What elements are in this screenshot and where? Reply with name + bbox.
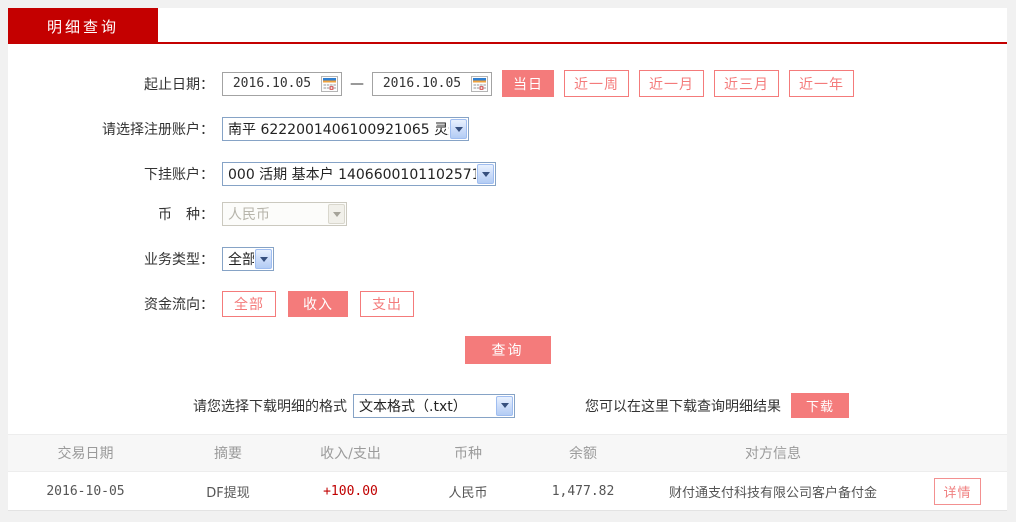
chevron-down-icon[interactable] — [496, 395, 513, 416]
currency-label: 币 种： — [158, 207, 214, 223]
chevron-down-icon — [328, 204, 345, 224]
query-form: 起止日期： 2016.10.05 — 2016.10.05 当日 近一周 近一月… — [8, 44, 1007, 510]
quick-range-3months-button[interactable]: 近三月 — [714, 70, 779, 97]
date-range-label: 起止日期： — [144, 76, 214, 93]
chevron-down-icon[interactable] — [255, 249, 272, 269]
header-trade-date: 交易日期 — [57, 446, 114, 462]
sub-account-row: 下挂账户： 000 活期 基本户 1406600101102571848 — [8, 162, 1007, 186]
cell-summary: DF提现 — [206, 485, 250, 501]
calendar-icon[interactable] — [471, 75, 488, 92]
fund-flow-row: 资金流向： 全部 收入 支出 — [8, 291, 1007, 317]
tab-detail-query[interactable]: 明细查询 — [8, 8, 158, 44]
date-range-row: 起止日期： 2016.10.05 — 2016.10.05 当日 近一周 近一月… — [8, 70, 1007, 97]
chevron-down-icon[interactable] — [450, 119, 467, 139]
header-balance: 余额 — [569, 446, 597, 462]
query-button[interactable]: 查询 — [464, 336, 551, 364]
fund-flow-label: 资金流向： — [144, 297, 214, 313]
cell-currency: 人民币 — [448, 485, 488, 501]
query-button-wrap: 查询 — [8, 336, 1007, 364]
register-account-select[interactable]: 南平 6222001406100921065 灵通卡 — [222, 117, 469, 141]
biz-type-row: 业务类型： 全部 — [8, 247, 1007, 271]
date-to-value: 2016.10.05 — [382, 76, 462, 91]
sub-account-value: 000 活期 基本户 1406600101102571848 — [228, 167, 476, 183]
biz-type-value: 全部 — [228, 252, 254, 268]
currency-value: 人民币 — [228, 207, 270, 223]
cell-counterparty: 财付通支付科技有限公司客户备付金 — [668, 485, 877, 501]
register-account-row: 请选择注册账户： 南平 6222001406100921065 灵通卡 — [8, 117, 1007, 141]
currency-select: 人民币 — [222, 202, 347, 226]
calendar-icon[interactable] — [321, 75, 338, 92]
download-format-select[interactable]: 文本格式（.txt） — [353, 393, 515, 418]
download-button[interactable]: 下载 — [791, 393, 849, 418]
register-account-value: 南平 6222001406100921065 灵通卡 — [228, 122, 449, 138]
sub-account-select[interactable]: 000 活期 基本户 1406600101102571848 — [222, 162, 496, 186]
download-format-label: 请您选择下载明细的格式 — [193, 398, 347, 415]
header-income-expense: 收入/支出 — [320, 446, 381, 462]
results-table: 交易日期 摘要 收入/支出 币种 余额 对方信息 2016-10-05 DF提现… — [8, 434, 1007, 510]
register-account-label: 请选择注册账户： — [102, 122, 214, 138]
quick-range-year-button[interactable]: 近一年 — [789, 70, 854, 97]
detail-button[interactable]: 详情 — [934, 477, 981, 505]
quick-range-week-button[interactable]: 近一周 — [564, 70, 629, 97]
cell-trade-date: 2016-10-05 — [46, 483, 125, 499]
table-header-row: 交易日期 摘要 收入/支出 币种 余额 对方信息 — [8, 434, 1007, 472]
chevron-down-icon[interactable] — [477, 164, 494, 184]
cell-balance: 1,477.82 — [551, 483, 615, 499]
biz-type-label: 业务类型： — [144, 252, 214, 268]
tab-bar: 明细查询 — [8, 8, 1007, 44]
date-separator: — — [350, 75, 364, 92]
currency-row: 币 种： 人民币 — [8, 202, 1007, 226]
date-from-value: 2016.10.05 — [232, 76, 312, 91]
header-currency: 币种 — [454, 446, 482, 462]
biz-type-select[interactable]: 全部 — [222, 247, 274, 271]
main-panel: 明细查询 起止日期： 2016.10.05 — 2016.10.05 当日 近一… — [8, 8, 1007, 511]
table-row: 2016-10-05 DF提现 +100.00 人民币 1,477.82 财付通… — [8, 472, 1007, 510]
quick-range-today-button[interactable]: 当日 — [502, 70, 554, 97]
date-to-input[interactable]: 2016.10.05 — [372, 71, 492, 96]
sub-account-label: 下挂账户： — [144, 167, 214, 183]
flow-all-button[interactable]: 全部 — [222, 291, 276, 317]
cell-amount: +100.00 — [323, 483, 378, 499]
cell-actions: 详情 — [908, 477, 1007, 505]
flow-expense-button[interactable]: 支出 — [360, 291, 414, 317]
download-row: 请您选择下载明细的格式 文本格式（.txt） 您可以在这里下载查询明细结果 下载 — [193, 393, 1007, 418]
flow-income-button[interactable]: 收入 — [288, 291, 348, 317]
header-summary: 摘要 — [214, 446, 242, 462]
download-format-value: 文本格式（.txt） — [359, 398, 467, 415]
download-hint: 您可以在这里下载查询明细结果 — [585, 398, 781, 415]
date-from-input[interactable]: 2016.10.05 — [222, 71, 342, 96]
quick-range-month-button[interactable]: 近一月 — [639, 70, 704, 97]
header-counterparty: 对方信息 — [745, 446, 801, 462]
